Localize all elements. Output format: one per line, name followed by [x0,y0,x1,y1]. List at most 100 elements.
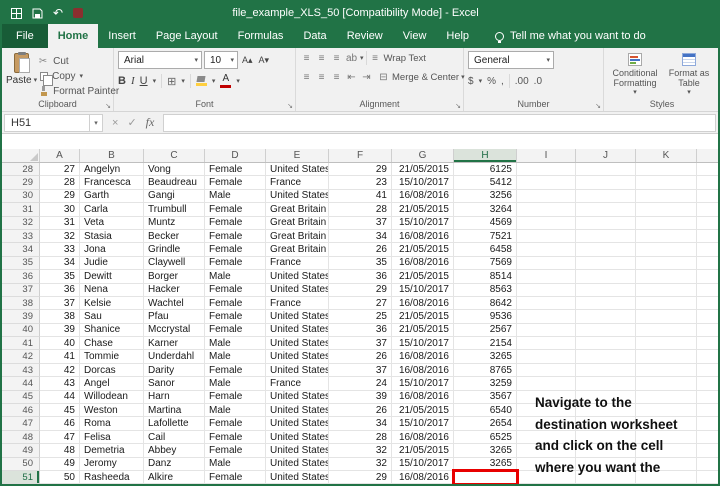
fill-color-button[interactable] [195,76,207,86]
cell-D38[interactable]: Female [205,296,266,311]
cell-C50[interactable]: Danz [144,457,205,471]
format-as-table-button[interactable]: Format as Table ▾ [662,51,716,98]
cell-K43[interactable] [636,363,697,378]
cell-A38[interactable]: 37 [40,296,80,311]
row-header-47[interactable]: 47 [2,417,40,431]
row-header-36[interactable]: 36 [2,270,40,284]
wrap-text-button[interactable]: Wrap Text [384,53,426,64]
cell-C34[interactable]: Grindle [144,243,205,257]
cell-J35[interactable] [576,256,636,271]
cell-C37[interactable]: Hacker [144,283,205,297]
cell-G50[interactable]: 15/10/2017 [392,457,454,471]
cell-C45[interactable]: Harn [144,390,205,405]
cell-D51[interactable]: Female [205,470,266,484]
cell-J41[interactable] [576,337,636,351]
cancel-icon[interactable]: × [112,117,118,129]
cell-F44[interactable]: 24 [329,377,392,391]
cell-E39[interactable]: United States [266,310,329,324]
cell-B40[interactable]: Shanice [80,323,144,338]
cell-D41[interactable]: Male [205,337,266,351]
cell-F46[interactable]: 26 [329,404,392,418]
cell-K31[interactable] [636,203,697,217]
cell-H43[interactable]: 8765 [454,363,517,378]
cell-B36[interactable]: Dewitt [80,270,144,284]
row-header-37[interactable]: 37 [2,283,40,297]
row-header-48[interactable]: 48 [2,430,40,445]
cell-H37[interactable]: 8563 [454,283,517,297]
cell-G49[interactable]: 21/05/2015 [392,444,454,458]
column-header-A[interactable]: A [40,149,80,162]
cell-B51[interactable]: Rasheeda [80,470,144,484]
row-header-40[interactable]: 40 [2,323,40,338]
cell-G39[interactable]: 21/05/2015 [392,310,454,324]
cell-B34[interactable]: Jona [80,243,144,257]
cell-F34[interactable]: 26 [329,243,392,257]
cell-F47[interactable]: 34 [329,417,392,431]
cell-D34[interactable]: Female [205,243,266,257]
cell-H50[interactable]: 3265 [454,457,517,471]
cell-C33[interactable]: Becker [144,229,205,244]
tab-review[interactable]: Review [337,24,393,48]
cell-H40[interactable]: 2567 [454,323,517,338]
cell-A35[interactable]: 34 [40,256,80,271]
alignment-dialog-launcher[interactable]: ↘ [455,102,461,110]
save-button[interactable] [32,8,43,19]
cell-G45[interactable]: 16/08/2016 [392,390,454,405]
decrease-decimal-button[interactable]: .0 [534,76,542,87]
cell-F48[interactable]: 28 [329,430,392,445]
row-header-51[interactable]: 51 [2,470,40,484]
number-dialog-launcher[interactable]: ↘ [595,102,601,110]
cell-J32[interactable] [576,216,636,230]
row-header-42[interactable]: 42 [2,350,40,364]
name-box[interactable]: H51 [4,113,90,132]
cell-A49[interactable]: 48 [40,444,80,458]
cell-J36[interactable] [576,270,636,284]
cell-E51[interactable]: United States [266,470,329,484]
cell-G28[interactable]: 21/05/2015 [392,163,454,177]
cell-E43[interactable]: United States [266,363,329,378]
cell-H44[interactable]: 3259 [454,377,517,391]
row-header-46[interactable]: 46 [2,404,40,418]
cell-B49[interactable]: Demetria [80,444,144,458]
cell-E38[interactable]: France [266,296,329,311]
cell-D43[interactable]: Female [205,363,266,378]
cell-E32[interactable]: Great Britain [266,216,329,230]
tab-view[interactable]: View [393,24,437,48]
cell-E33[interactable]: Great Britain [266,229,329,244]
cell-C47[interactable]: Lafollette [144,417,205,431]
cell-H46[interactable]: 6540 [454,404,517,418]
cell-C51[interactable]: Alkire [144,470,205,484]
cell-H38[interactable]: 8642 [454,296,517,311]
copy-button[interactable]: Copy ▾ [37,69,119,86]
cell-A40[interactable]: 39 [40,323,80,338]
cell-K36[interactable] [636,270,697,284]
cell-A29[interactable]: 28 [40,176,80,190]
cell-J29[interactable] [576,176,636,190]
cell-B44[interactable]: Angel [80,377,144,391]
cell-E40[interactable]: United States [266,323,329,338]
align-top-button[interactable]: ≡ [300,53,313,64]
cell-J31[interactable] [576,203,636,217]
cell-G42[interactable]: 16/08/2016 [392,350,454,364]
cell-F33[interactable]: 34 [329,229,392,244]
increase-indent-button[interactable]: ⇥ [360,72,373,83]
cell-J39[interactable] [576,310,636,324]
clipboard-dialog-launcher[interactable]: ↘ [105,102,111,110]
cell-H49[interactable]: 3265 [454,444,517,458]
cell-F30[interactable]: 41 [329,189,392,204]
cell-F29[interactable]: 23 [329,176,392,190]
cell-G46[interactable]: 21/05/2015 [392,404,454,418]
column-header-B[interactable]: B [80,149,144,162]
cell-E36[interactable]: United States [266,270,329,284]
cell-K44[interactable] [636,377,697,391]
row-header-38[interactable]: 38 [2,296,40,311]
qat-customize-icon[interactable] [73,8,84,18]
enter-icon[interactable]: ✓ [127,116,136,129]
select-all-corner[interactable] [2,149,40,162]
cell-I38[interactable] [517,296,576,311]
cell-A47[interactable]: 46 [40,417,80,431]
cell-G40[interactable]: 21/05/2015 [392,323,454,338]
cell-I42[interactable] [517,350,576,364]
cell-B35[interactable]: Judie [80,256,144,271]
cell-I43[interactable] [517,363,576,378]
